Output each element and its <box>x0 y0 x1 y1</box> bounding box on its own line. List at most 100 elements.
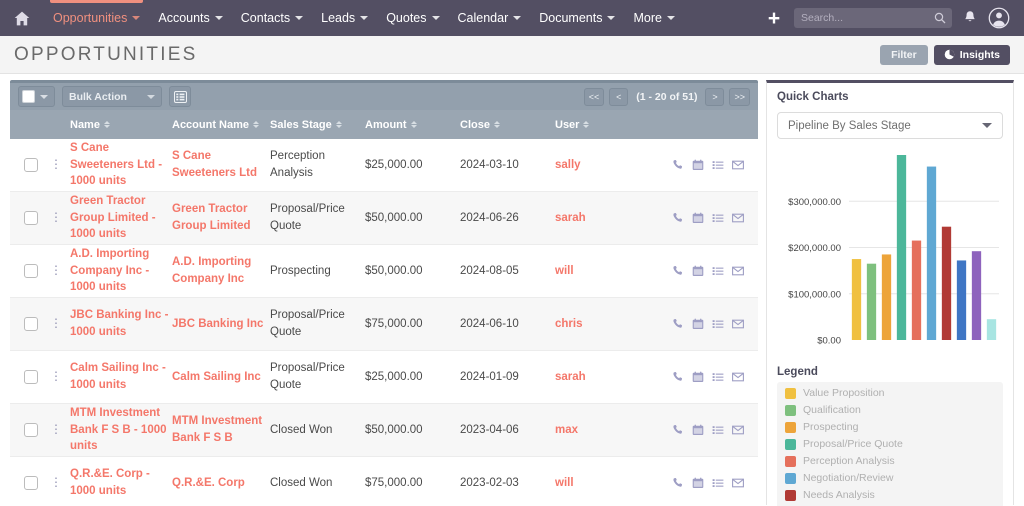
calendar-icon[interactable] <box>692 212 704 224</box>
cell-name[interactable]: MTM Investment Bank F S B - 1000 units <box>70 405 170 455</box>
calendar-icon[interactable] <box>692 265 704 277</box>
phone-icon[interactable] <box>672 212 684 224</box>
column-header-user[interactable]: User <box>555 119 640 131</box>
cell-account-name[interactable]: Green Tractor Group Limited <box>170 201 270 234</box>
bell-icon[interactable] <box>962 10 978 26</box>
row-actions-menu-icon[interactable]: ⋮ <box>50 319 60 329</box>
sort-icon[interactable] <box>104 121 110 128</box>
nav-item-accounts[interactable]: Accounts <box>149 0 231 36</box>
home-button[interactable] <box>0 0 44 36</box>
nav-item-documents[interactable]: Documents <box>530 0 624 36</box>
global-search[interactable] <box>794 8 952 28</box>
cell-user[interactable]: will <box>555 263 640 280</box>
envelope-icon[interactable] <box>732 371 744 383</box>
envelope-icon[interactable] <box>732 212 744 224</box>
chart-bar[interactable] <box>882 254 891 340</box>
filter-button[interactable]: Filter <box>880 45 928 65</box>
legend-item[interactable]: Value Proposition <box>785 387 995 399</box>
list-icon[interactable] <box>712 477 724 489</box>
nav-item-contacts[interactable]: Contacts <box>232 0 312 36</box>
row-checkbox[interactable] <box>24 158 38 172</box>
sort-icon[interactable] <box>336 121 342 128</box>
chart-bar[interactable] <box>972 251 981 340</box>
user-avatar-icon[interactable] <box>988 7 1010 29</box>
phone-icon[interactable] <box>672 477 684 489</box>
sort-icon[interactable] <box>494 121 500 128</box>
nav-item-quotes[interactable]: Quotes <box>377 0 448 36</box>
pager-first-button[interactable]: << <box>584 88 605 106</box>
row-checkbox[interactable] <box>24 370 38 384</box>
envelope-icon[interactable] <box>732 477 744 489</box>
row-checkbox[interactable] <box>24 211 38 225</box>
cell-account-name[interactable]: Q.R.&E. Corp <box>170 475 270 492</box>
chart-bar[interactable] <box>867 264 876 340</box>
column-header-close[interactable]: Close <box>460 119 555 131</box>
envelope-icon[interactable] <box>732 318 744 330</box>
cell-user[interactable]: will <box>555 475 640 492</box>
list-icon[interactable] <box>712 159 724 171</box>
nav-item-calendar[interactable]: Calendar <box>449 0 531 36</box>
cell-name[interactable]: Calm Sailing Inc - 1000 units <box>70 360 170 393</box>
column-header-account-name[interactable]: Account Name <box>170 119 270 131</box>
list-icon[interactable] <box>712 371 724 383</box>
envelope-icon[interactable] <box>732 265 744 277</box>
phone-icon[interactable] <box>672 265 684 277</box>
phone-icon[interactable] <box>672 159 684 171</box>
legend-item[interactable]: Needs Analysis <box>785 489 995 501</box>
row-actions-menu-icon[interactable]: ⋮ <box>50 266 60 276</box>
chart-bar[interactable] <box>912 241 921 340</box>
sort-icon[interactable] <box>253 121 259 128</box>
chart-bar[interactable] <box>942 227 951 340</box>
cell-account-name[interactable]: A.D. Importing Company Inc <box>170 254 270 287</box>
nav-item-more[interactable]: More <box>624 0 683 36</box>
calendar-icon[interactable] <box>692 159 704 171</box>
envelope-icon[interactable] <box>732 159 744 171</box>
cell-user[interactable]: sally <box>555 157 640 174</box>
calendar-icon[interactable] <box>692 318 704 330</box>
cell-user[interactable]: chris <box>555 316 640 333</box>
column-header-name[interactable]: Name <box>70 119 170 131</box>
row-actions-menu-icon[interactable]: ⋮ <box>50 478 60 488</box>
pager-prev-button[interactable]: < <box>609 88 628 106</box>
legend-item[interactable]: Qualification <box>785 404 995 416</box>
cell-account-name[interactable]: Calm Sailing Inc <box>170 369 270 386</box>
list-icon[interactable] <box>712 424 724 436</box>
legend-item[interactable]: Prospecting <box>785 421 995 433</box>
nav-item-opportunities[interactable]: Opportunities <box>44 0 149 36</box>
row-checkbox[interactable] <box>24 476 38 490</box>
column-chooser-button[interactable] <box>169 86 191 107</box>
cell-name[interactable]: A.D. Importing Company Inc - 1000 units <box>70 246 170 296</box>
table-row[interactable]: ⋮JBC Banking Inc - 1000 unitsJBC Banking… <box>10 298 758 351</box>
sort-icon[interactable] <box>411 121 417 128</box>
list-icon[interactable] <box>712 318 724 330</box>
phone-icon[interactable] <box>672 424 684 436</box>
row-actions-menu-icon[interactable]: ⋮ <box>50 372 60 382</box>
phone-icon[interactable] <box>672 318 684 330</box>
cell-user[interactable]: sarah <box>555 210 640 227</box>
cell-user[interactable]: max <box>555 422 640 439</box>
cell-user[interactable]: sarah <box>555 369 640 386</box>
list-icon[interactable] <box>712 212 724 224</box>
row-actions-menu-icon[interactable]: ⋮ <box>50 425 60 435</box>
row-checkbox[interactable] <box>24 264 38 278</box>
quick-chart-select[interactable]: Pipeline By Sales Stage <box>777 112 1003 139</box>
chart-bar[interactable] <box>852 259 861 340</box>
table-row[interactable]: ⋮Q.R.&E. Corp - 1000 unitsQ.R.&E. CorpCl… <box>10 457 758 506</box>
cell-name[interactable]: JBC Banking Inc - 1000 units <box>70 307 170 340</box>
select-all-dropdown[interactable] <box>18 86 55 107</box>
chart-bar[interactable] <box>897 155 906 340</box>
table-row[interactable]: ⋮Green Tractor Group Limited - 1000 unit… <box>10 192 758 245</box>
chart-bar[interactable] <box>927 167 936 340</box>
chart-bar[interactable] <box>987 319 996 340</box>
cell-name[interactable]: Green Tractor Group Limited - 1000 units <box>70 193 170 243</box>
cell-account-name[interactable]: MTM Investment Bank F S B <box>170 413 270 446</box>
search-input[interactable] <box>801 12 931 24</box>
calendar-icon[interactable] <box>692 371 704 383</box>
cell-name[interactable]: S Cane Sweeteners Ltd - 1000 units <box>70 140 170 190</box>
column-header-amount[interactable]: Amount <box>365 119 460 131</box>
row-checkbox[interactable] <box>24 423 38 437</box>
create-new-button[interactable]: + <box>764 8 784 29</box>
insights-button[interactable]: Insights <box>934 45 1010 65</box>
pager-last-button[interactable]: >> <box>729 88 750 106</box>
bulk-action-select[interactable]: Bulk Action <box>62 86 162 107</box>
